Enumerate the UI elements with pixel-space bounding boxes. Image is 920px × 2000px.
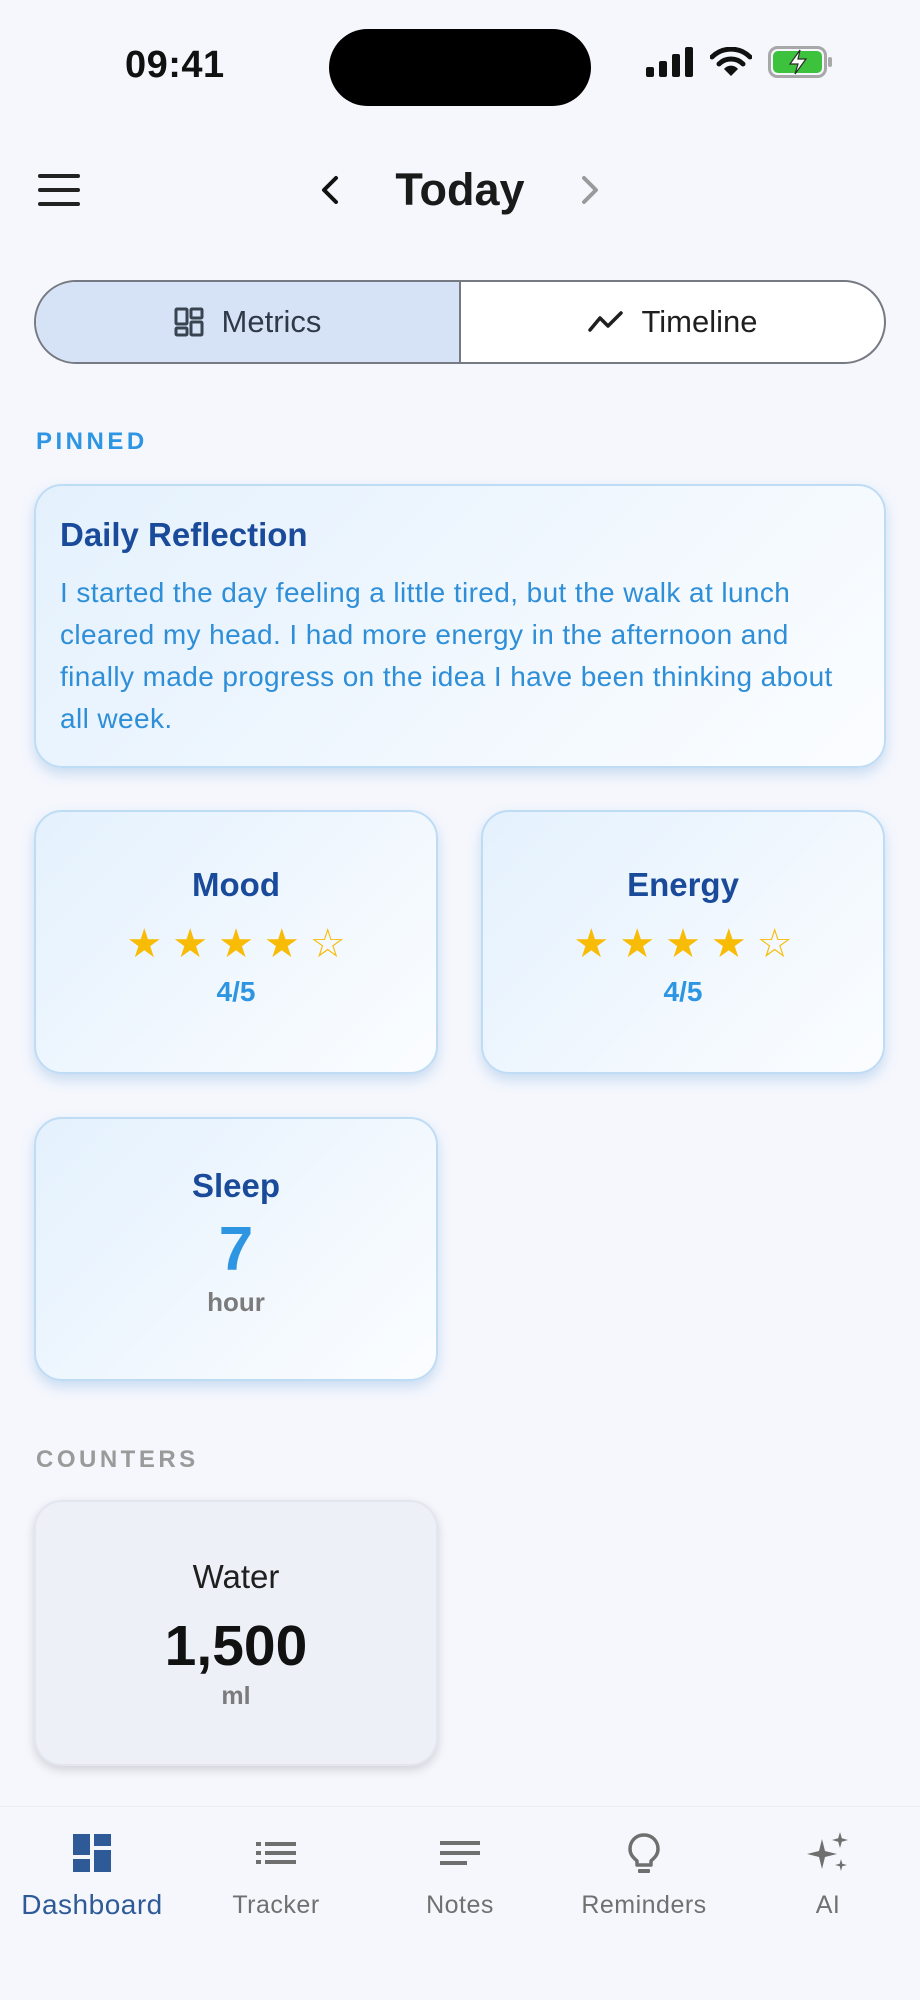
star-filled-icon: ★	[710, 922, 747, 966]
list-icon	[256, 1842, 296, 1864]
status-time: 09:41	[125, 44, 225, 86]
reflection-body: I started the day feeling a little tired…	[60, 577, 833, 734]
water-title: Water	[192, 1558, 280, 1595]
trend-icon	[587, 311, 623, 332]
sparkle-icon	[807, 1832, 848, 1871]
status-bar: 09:41	[0, 0, 920, 130]
water-unit: ml	[221, 1682, 251, 1710]
mood-rating: 4/5	[216, 976, 256, 1007]
nav-label-reminders: Reminders	[581, 1891, 707, 1919]
reflection-title: Daily Reflection	[60, 516, 308, 553]
water-value: 1,500	[164, 1614, 308, 1678]
tab-timeline-label: Timeline	[641, 304, 758, 339]
bottom-navigation: Dashboard Tracker Notes Reminders AI	[0, 1806, 920, 2000]
lightbulb-icon	[628, 1833, 660, 1873]
star-filled-icon: ★	[665, 922, 701, 966]
water-counter-card[interactable]: Water 1,500 ml	[34, 1500, 438, 1766]
nav-item-ai[interactable]: AI	[736, 1807, 920, 2000]
energy-stars: ★ ★ ★ ★ ☆	[483, 922, 883, 966]
mood-title: Mood	[192, 866, 280, 903]
tab-timeline[interactable]: Timeline	[461, 282, 884, 362]
nav-item-notes[interactable]: Notes	[368, 1807, 552, 2000]
energy-title: Energy	[627, 866, 739, 903]
app-header: Today	[0, 150, 920, 230]
tab-metrics-label: Metrics	[221, 304, 322, 339]
page-title: Today	[395, 164, 525, 215]
star-filled-icon: ★	[172, 922, 209, 966]
star-outline-icon: ☆	[309, 922, 346, 966]
nav-label-dashboard: Dashboard	[21, 1889, 163, 1920]
star-outline-icon: ☆	[756, 922, 793, 966]
star-filled-icon: ★	[619, 922, 656, 966]
status-icons	[646, 46, 834, 78]
notes-icon	[440, 1841, 480, 1865]
energy-rating: 4/5	[663, 976, 703, 1007]
dashboard-icon	[73, 1834, 111, 1872]
battery-charging-icon	[768, 46, 832, 78]
section-title-counters: COUNTERS	[36, 1446, 199, 1473]
cellular-signal-icon	[646, 47, 693, 77]
reflection-card[interactable]: Daily Reflection I started the day feeli…	[34, 484, 886, 768]
star-filled-icon: ★	[126, 922, 163, 966]
wifi-icon	[710, 47, 752, 76]
sleep-unit: hour	[207, 1287, 265, 1317]
star-filled-icon: ★	[218, 922, 254, 966]
sleep-title: Sleep	[191, 1167, 281, 1204]
nav-label-notes: Notes	[426, 1891, 494, 1919]
nav-label-ai: AI	[815, 1891, 841, 1919]
nav-item-tracker[interactable]: Tracker	[184, 1807, 368, 2000]
nav-item-dashboard[interactable]: Dashboard	[0, 1807, 184, 2000]
star-filled-icon: ★	[263, 922, 300, 966]
energy-card[interactable]: Energy ★ ★ ★ ★ ☆ 4/5	[481, 810, 885, 1074]
mood-card[interactable]: Mood ★ ★ ★ ★ ☆ 4/5	[34, 810, 438, 1074]
sleep-value: 7	[218, 1215, 254, 1284]
tab-metrics[interactable]: Metrics	[36, 282, 461, 362]
nav-item-reminders[interactable]: Reminders	[552, 1807, 736, 2000]
view-toggle: Metrics Timeline	[34, 280, 886, 364]
dynamic-island	[329, 29, 591, 106]
grid-icon	[174, 307, 204, 337]
star-filled-icon: ★	[573, 922, 610, 966]
section-title-pinned: PINNED	[36, 428, 148, 455]
mood-stars: ★ ★ ★ ★ ☆	[36, 922, 436, 966]
sleep-card[interactable]: Sleep 7 hour	[34, 1117, 438, 1381]
nav-label-tracker: Tracker	[232, 1891, 320, 1919]
chevron-right-icon[interactable]	[570, 168, 610, 212]
